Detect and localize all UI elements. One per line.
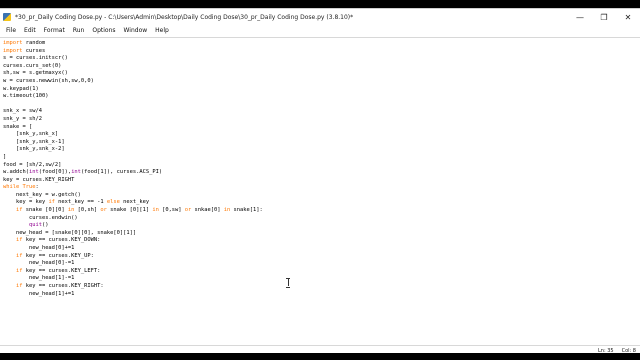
code-line[interactable]: snk_x = sw/4	[3, 108, 640, 116]
code-line[interactable]: next_key = w.getch()	[3, 192, 640, 200]
window-title: *30_pr_Daily Coding Dose.py - C:\Users\A…	[15, 13, 354, 21]
code-line[interactable]: key = key if next_key == -1 else next_ke…	[3, 199, 640, 207]
code-line[interactable]: w.keypad(1)	[3, 86, 640, 94]
code-line[interactable]: while True:	[3, 184, 640, 192]
code-line[interactable]: [snk_y,snk_x]	[3, 131, 640, 139]
code-line[interactable]: new_head[1]-=1	[3, 275, 640, 283]
menu-help[interactable]: Help	[151, 27, 173, 34]
code-line[interactable]: w.timeout(100)	[3, 93, 640, 101]
code-line[interactable]: food = [sh/2,sw/2]	[3, 162, 640, 170]
code-line[interactable]: sh,sw = s.getmaxyx()	[3, 70, 640, 78]
code-line[interactable]: curses.endwin()	[3, 215, 640, 223]
menu-options[interactable]: Options	[88, 27, 119, 34]
code-line[interactable]: key = curses.KEY_RIGHT	[3, 177, 640, 185]
code-line[interactable]: if key == curses.KEY_LEFT:	[3, 268, 640, 276]
code-line[interactable]: if snake [0][0] in [0,sh] or snake [0][1…	[3, 207, 640, 215]
status-column-number: Col: 8	[621, 347, 636, 354]
menu-format[interactable]: Format	[40, 27, 69, 34]
code-line[interactable]	[3, 101, 640, 109]
code-line[interactable]: [snk_y,snk_x-2]	[3, 146, 640, 154]
code-line[interactable]: snake = [	[3, 124, 640, 132]
text-cursor-ibeam-icon	[286, 278, 290, 288]
code-line[interactable]: import random	[3, 40, 640, 48]
code-line[interactable]: quit()	[3, 222, 640, 230]
code-line[interactable]: import curses	[3, 48, 640, 56]
code-editor[interactable]: import random import curses s = curses.ini…	[0, 37, 640, 346]
status-bar: Ln: 35 Col: 8	[0, 347, 640, 354]
menu-run[interactable]: Run	[69, 27, 89, 34]
code-line[interactable]: w = curses.newwin(sh,sw,0,0)	[3, 78, 640, 86]
menu-window[interactable]: Window	[120, 27, 152, 34]
menu-edit[interactable]: Edit	[20, 27, 40, 34]
code-line[interactable]: new_head[0]+=1	[3, 245, 640, 253]
code-line[interactable]: curses.curs_set(0)	[3, 63, 640, 71]
window-controls: — ❐ ✕	[568, 9, 640, 25]
idle-editor-window: *30_pr_Daily Coding Dose.py - C:\Users\A…	[0, 8, 640, 354]
code-line[interactable]: if key == curses.KEY_DOWN:	[3, 237, 640, 245]
code-text-area[interactable]: import random import curses s = curses.ini…	[0, 38, 640, 298]
code-line[interactable]: ]	[3, 154, 640, 162]
code-line[interactable]: s = curses.initscr()	[3, 55, 640, 63]
code-line[interactable]: new_head[0]-=1	[3, 260, 640, 268]
close-icon[interactable]: ✕	[616, 9, 640, 25]
status-line-number: Ln: 35	[598, 347, 614, 354]
title-bar[interactable]: *30_pr_Daily Coding Dose.py - C:\Users\A…	[0, 9, 640, 25]
code-line[interactable]: if key == curses.KEY_RIGHT:	[3, 283, 640, 291]
code-line[interactable]: new_head[1]+=1	[3, 291, 640, 299]
code-line[interactable]: w.addch(int(food[0]),int(food[1]), curse…	[3, 169, 640, 177]
code-line[interactable]: [snk_y,snk_x-1]	[3, 139, 640, 147]
minimize-icon[interactable]: —	[568, 9, 592, 25]
python-app-icon	[3, 13, 11, 21]
restore-icon[interactable]: ❐	[592, 9, 616, 25]
menu-file[interactable]: File	[2, 27, 20, 34]
menu-bar: File Edit Format Run Options Window Help	[0, 25, 640, 36]
code-line[interactable]: snk_y = sh/2	[3, 116, 640, 124]
code-line[interactable]: if key == curses.KEY_UP:	[3, 253, 640, 261]
code-line[interactable]: new_head = [snake[0][0], snake[0][1]]	[3, 230, 640, 238]
